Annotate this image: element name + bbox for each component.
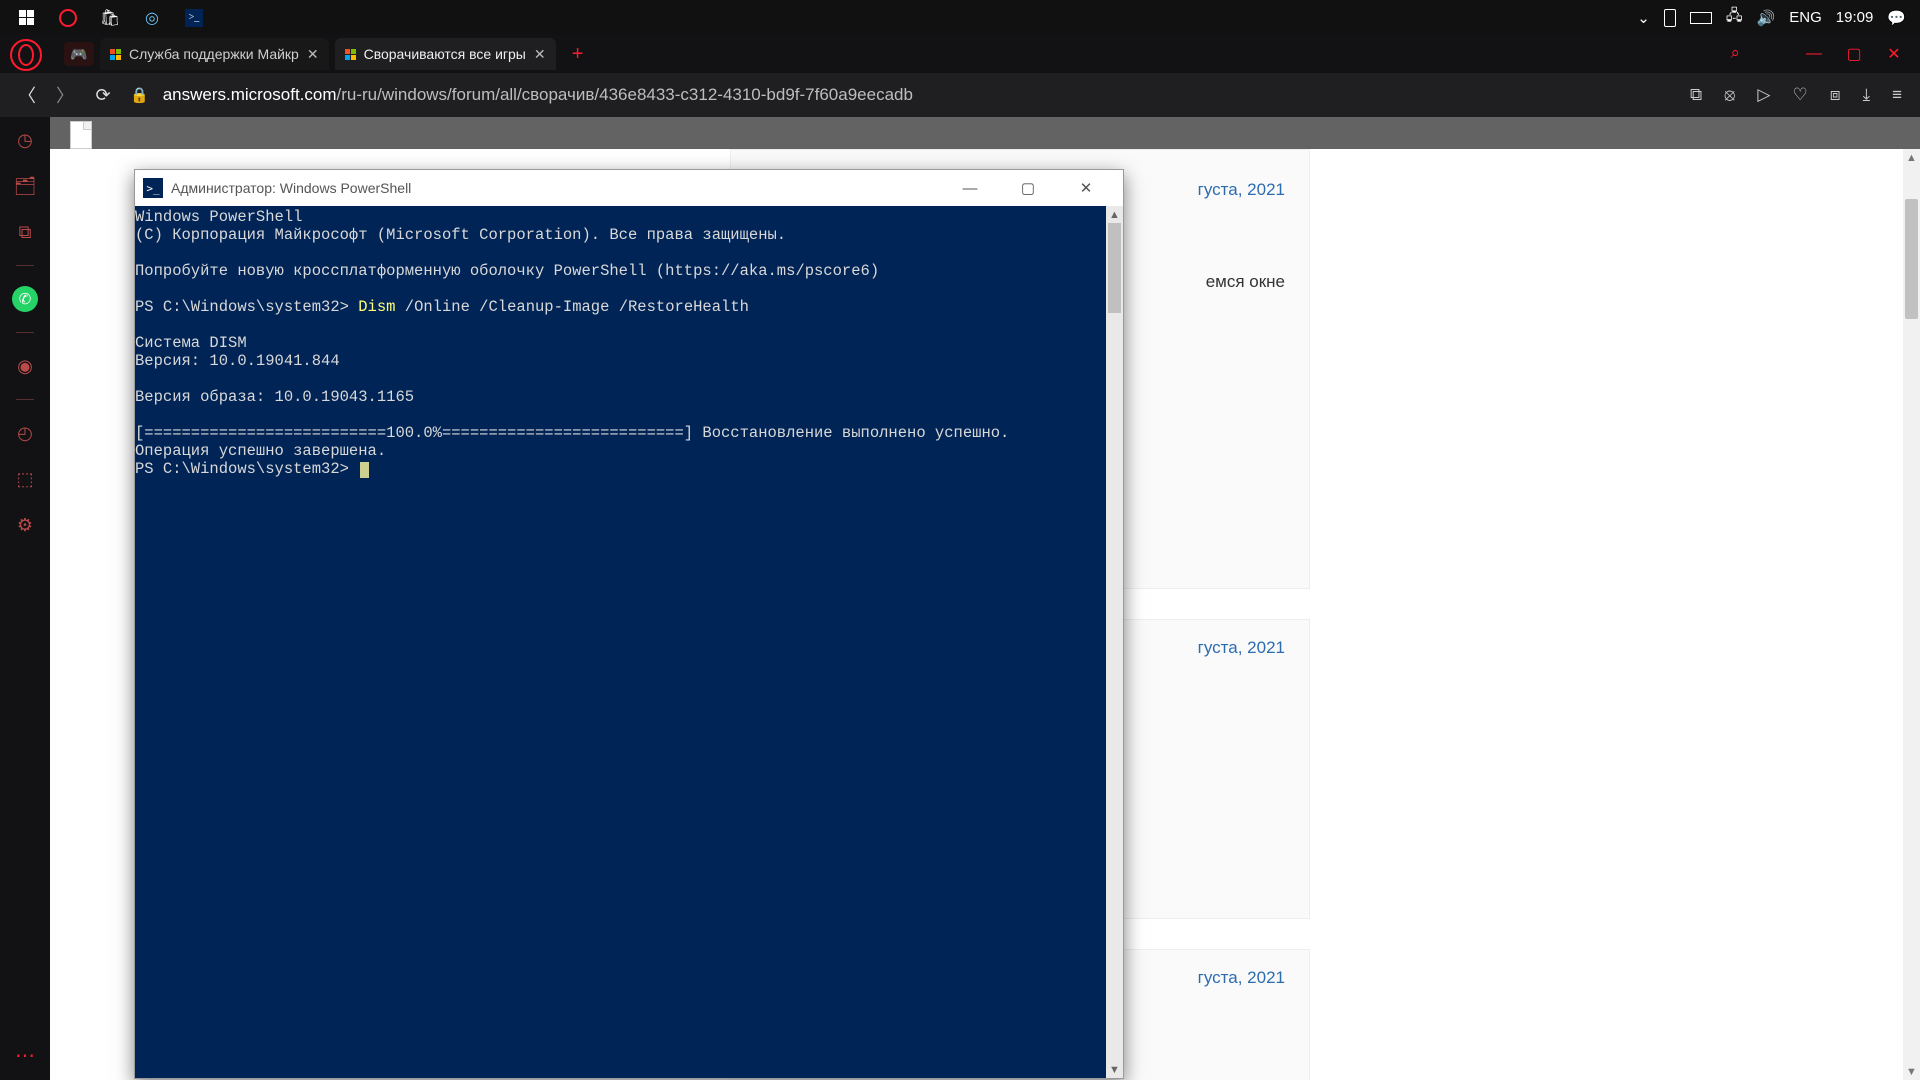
tab-title: Служба поддержки Майкр [129,46,299,62]
powershell-taskbar-icon[interactable]: >_ [174,0,214,35]
tray-language[interactable]: ENG [1789,9,1822,26]
scroll-down-icon[interactable]: ▼ [1903,1063,1920,1080]
whatsapp-icon[interactable]: ✆ [12,286,38,312]
tab-close-icon[interactable]: ✕ [307,46,319,63]
easy-setup-icon[interactable]: ≡ [1892,85,1902,105]
scroll-up-icon[interactable]: ▲ [1106,206,1123,223]
snapshot-icon[interactable]: ⧉ [1690,85,1702,105]
opera-menu-button[interactable] [10,39,42,71]
window-close-button[interactable]: ✕ [1874,35,1914,73]
steam-taskbar-icon[interactable]: ◎ [132,0,172,35]
scroll-up-icon[interactable]: ▲ [1903,149,1920,166]
ps-prompt: PS C:\Windows\system32> [135,460,358,478]
url-host: answers.microsoft.com [163,85,337,105]
address-bar: 〈 〉 ⟳ 🔒 answers.microsoft.com/ru-ru/wind… [0,73,1920,117]
nav-reload-button[interactable]: ⟳ [84,75,122,115]
ps-line: Операция успешно завершена. [135,442,386,460]
ps-line: Cистема DISM [135,334,247,352]
opera-taskbar-icon[interactable] [48,0,88,35]
ps-close-button[interactable]: ✕ [1057,170,1115,206]
downloads-icon[interactable]: ⤓ [1863,85,1871,105]
tabstrip-search-icon[interactable]: ⌕ [1730,43,1740,63]
nav-back-button[interactable]: 〈 [8,75,46,115]
ps-command: Dism [358,298,395,316]
powershell-titlebar[interactable]: Администратор: Windows PowerShell — ▢ ✕ [135,170,1123,206]
sidebar-separator [16,399,34,400]
ps-line: Попробуйте новую кроссплатформенную обол… [135,262,879,280]
browser-sidebar: ◷ 🗂 ⧉ ✆ ◉ ◴ ⬚ ⚙ ⋯ [0,117,50,1080]
tray-phone-icon[interactable] [1664,9,1676,27]
player-icon[interactable]: ◉ [12,353,38,379]
tab-support[interactable]: Служба поддержки Майкр ✕ [100,38,329,70]
windows-taskbar: 🛍 ◎ >_ ⌄ 🖧 🔊 ENG 19:09 💬 [0,0,1920,35]
speed-dial-icon[interactable]: ◷ [12,127,38,153]
tab-close-icon[interactable]: ✕ [534,46,546,63]
history-icon[interactable]: ◴ [12,420,38,446]
ps-line: Windows PowerShell [135,208,302,226]
bookmark-icon[interactable]: ♡ [1793,85,1808,105]
tab-title: Сворачиваются все игры [364,46,526,62]
ps-line: (C) Корпорация Майкрософт (Microsoft Cor… [135,226,786,244]
ps-maximize-button[interactable]: ▢ [999,170,1057,206]
new-tab-button[interactable]: + [564,40,592,68]
lock-icon: 🔒 [130,86,149,104]
store-taskbar-icon[interactable]: 🛍 [90,0,130,35]
workspaces-icon[interactable]: 🗂 [12,173,38,199]
ms-favicon-icon [345,49,356,60]
url-path: /ru-ru/windows/forum/all/сворачив/436e84… [337,85,913,105]
powershell-title: Администратор: Windows PowerShell [171,180,411,196]
start-button[interactable] [6,0,46,35]
send-icon[interactable]: ▷ [1757,85,1770,105]
scroll-thumb[interactable] [1108,223,1121,313]
tray-notifications-icon[interactable]: 💬 [1887,9,1906,27]
tray-chevron-icon[interactable]: ⌄ [1637,9,1650,27]
tray-battery-icon[interactable] [1690,12,1712,24]
ps-minimize-button[interactable]: — [941,170,999,206]
adblock-icon[interactable]: ⦻ [1724,85,1735,105]
powershell-window: Администратор: Windows PowerShell — ▢ ✕ … [134,169,1124,1079]
sidebar-more-button[interactable]: ⋯ [0,1043,50,1068]
ps-prompt: PS C:\Windows\system32> [135,298,358,316]
nav-forward-button[interactable]: 〉 [46,75,84,115]
ps-line: Версия: 10.0.19041.844 [135,352,340,370]
powershell-icon [143,178,163,198]
gx-corner-button[interactable]: 🎮 [64,42,94,66]
ms-favicon-icon [110,49,121,60]
sidebar-separator [16,332,34,333]
extensions-icon[interactable]: ⬚ [12,466,38,492]
tray-clock[interactable]: 19:09 [1836,9,1874,26]
ps-cursor [360,462,369,478]
scroll-down-icon[interactable]: ▼ [1106,1061,1123,1078]
sidebar-separator [16,265,34,266]
ps-scrollbar[interactable]: ▲ ▼ [1106,206,1123,1078]
document-icon[interactable] [70,121,92,149]
url-field[interactable]: 🔒 answers.microsoft.com/ru-ru/windows/fo… [122,85,1680,105]
page-scrollbar[interactable]: ▲ ▼ [1903,149,1920,1080]
powershell-console[interactable]: Windows PowerShell (C) Корпорация Майкро… [135,206,1123,1078]
window-minimize-button[interactable]: — [1794,35,1834,73]
ps-args: /Online /Cleanup-Image /RestoreHealth [395,298,748,316]
settings-icon[interactable]: ⚙ [12,512,38,538]
ps-line: Версия образа: 10.0.19043.1165 [135,388,414,406]
tray-network-icon[interactable]: 🖧 [1726,5,1743,30]
scroll-thumb[interactable] [1905,199,1918,319]
ps-line: [==========================100.0%=======… [135,424,1009,442]
window-maximize-button[interactable]: ▢ [1834,35,1874,73]
tray-volume-icon[interactable]: 🔊 [1757,9,1776,27]
tab-strip: 🎮 Служба поддержки Майкр ✕ Сворачиваются… [0,35,1920,73]
cube-icon[interactable]: ⧈ [1830,85,1841,105]
twitch-icon[interactable]: ⧉ [12,219,38,245]
tab-forum[interactable]: Сворачиваются все игры ✕ [335,38,556,70]
